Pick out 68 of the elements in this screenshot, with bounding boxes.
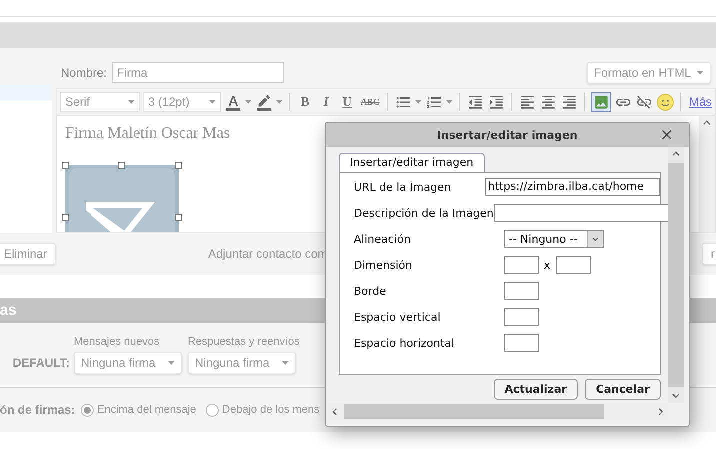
align-dropdown[interactable]: -- Ninguno -- bbox=[504, 230, 604, 248]
format-dropdown[interactable]: Formato en HTML bbox=[587, 62, 711, 84]
account-label: DEFAULT: bbox=[12, 356, 70, 370]
size-dropdown[interactable]: 3 (12pt) bbox=[143, 92, 222, 112]
section-title: as bbox=[0, 302, 17, 319]
caret-icon bbox=[276, 100, 284, 104]
caret-icon bbox=[415, 100, 422, 104]
scrollbar-thumb[interactable] bbox=[344, 404, 604, 420]
dialog-button[interactable]: Actualizar bbox=[494, 379, 578, 400]
caret-icon bbox=[168, 361, 175, 365]
input-field[interactable] bbox=[504, 334, 539, 352]
field-label: Borde bbox=[354, 284, 388, 298]
caret-icon bbox=[446, 100, 454, 104]
width-field[interactable] bbox=[504, 256, 539, 274]
signature-dropdown[interactable]: Ninguna firma bbox=[188, 352, 296, 374]
dialog-tab[interactable]: Insertar/editar imagen bbox=[339, 153, 485, 172]
format-button[interactable]: I bbox=[317, 94, 336, 110]
indent-icon[interactable] bbox=[487, 93, 506, 111]
input-field[interactable]: https://zimbra.ilba.cat/home bbox=[485, 178, 660, 196]
outdent-icon[interactable] bbox=[466, 93, 484, 111]
format-button[interactable]: ABC bbox=[359, 97, 382, 107]
dropdown-icon bbox=[587, 231, 603, 248]
resize-handle[interactable] bbox=[175, 162, 182, 169]
dialog-title: Insertar/editar imagen bbox=[437, 128, 578, 142]
smiley-icon[interactable] bbox=[656, 93, 674, 111]
caret-icon bbox=[697, 70, 704, 74]
radio-option[interactable]: Encima del mensaje bbox=[81, 404, 196, 416]
column-header: Respuestas y reenvíos bbox=[188, 336, 300, 348]
align-center-icon[interactable] bbox=[539, 93, 558, 111]
align-right-icon[interactable] bbox=[560, 93, 578, 111]
highlighter-icon[interactable] bbox=[255, 93, 274, 111]
column-header: Mensajes nuevos bbox=[74, 336, 160, 348]
placement-label: ón de firmas: bbox=[0, 403, 76, 417]
field-label: Descripción de la Imagen bbox=[354, 206, 494, 220]
radio-option[interactable]: Debajo de los mens bbox=[206, 404, 320, 416]
field-label: Espacio horizontal bbox=[354, 336, 456, 350]
align-left-icon[interactable] bbox=[518, 93, 536, 111]
signature-dropdown[interactable]: Ninguna firma bbox=[74, 352, 182, 374]
caret-icon bbox=[209, 100, 216, 104]
field-label: Espacio vertical bbox=[354, 310, 442, 324]
field-label: Alineación bbox=[354, 232, 412, 246]
font-dropdown[interactable]: Serif bbox=[60, 92, 140, 112]
format-button[interactable]: B bbox=[296, 94, 314, 110]
format-button[interactable]: U bbox=[338, 94, 356, 110]
signature-text: Firma Maletín Oscar Mas bbox=[65, 125, 230, 143]
resize-handle[interactable] bbox=[62, 214, 70, 221]
add-button[interactable]: r bbox=[702, 243, 716, 265]
input-field[interactable] bbox=[504, 308, 539, 326]
delete-button[interactable]: Eliminar bbox=[0, 243, 56, 265]
caret-icon bbox=[282, 361, 289, 365]
field-label: URL de la Imagen bbox=[354, 180, 452, 194]
dialog-button[interactable]: Cancelar bbox=[585, 379, 661, 400]
name-field[interactable]: Firma bbox=[112, 62, 284, 83]
resize-handle[interactable] bbox=[175, 214, 182, 221]
name-label: Nombre: bbox=[61, 66, 108, 80]
field-label: Dimensión bbox=[354, 258, 414, 272]
more-link[interactable]: Más bbox=[689, 95, 712, 109]
input-field[interactable] bbox=[504, 282, 539, 300]
times-sign: x bbox=[544, 258, 551, 272]
height-field[interactable] bbox=[556, 256, 591, 274]
resize-handle[interactable] bbox=[118, 162, 126, 169]
input-field[interactable] bbox=[494, 204, 668, 222]
unlink-icon[interactable] bbox=[635, 93, 654, 111]
resize-handle[interactable] bbox=[62, 162, 70, 169]
caret-icon bbox=[245, 100, 252, 104]
image-icon[interactable] bbox=[591, 92, 612, 112]
font-color-icon[interactable] bbox=[224, 93, 242, 111]
caret-icon bbox=[128, 100, 136, 104]
